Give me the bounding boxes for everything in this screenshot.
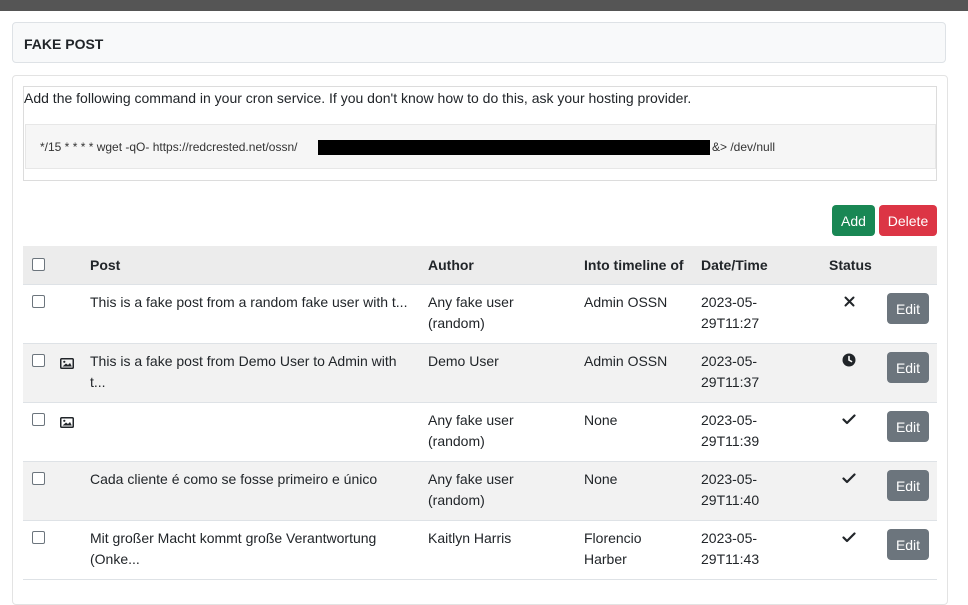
row-checkbox[interactable] (32, 295, 45, 308)
edit-button[interactable]: Edit (887, 411, 929, 442)
column-header-author: Author (428, 257, 474, 273)
edit-button[interactable]: Edit (887, 470, 929, 501)
column-header-datetime: Date/Time (701, 257, 768, 273)
column-header-status: Status (829, 257, 872, 273)
datetime-text: 2023-05- 29T11:43 (701, 528, 791, 570)
cron-command: */15 * * * * wget -qO- https://redcreste… (25, 124, 936, 169)
image-icon (60, 356, 74, 369)
row-checkbox[interactable] (32, 531, 45, 544)
datetime-text: 2023-05- 29T11:40 (701, 469, 791, 511)
redacted-block (318, 140, 710, 155)
date-part: 2023-05- (701, 294, 758, 310)
table-row: Any fake user (random) None 2023-05- 29T… (23, 403, 937, 462)
column-header-post: Post (90, 257, 121, 273)
timeline-text: None (584, 471, 618, 487)
time-part: 29T11:37 (701, 374, 760, 390)
author-text: Demo User (428, 353, 499, 369)
row-checkbox[interactable] (32, 472, 45, 485)
timeline-text: Admin OSSN (584, 294, 668, 310)
delete-button[interactable]: Delete (879, 205, 937, 236)
author-text: Kaitlyn Harris (428, 530, 512, 546)
table-row: This is a fake post from a random fake u… (23, 285, 937, 344)
clock-icon (842, 353, 856, 367)
row-checkbox[interactable] (32, 413, 45, 426)
post-text: This is a fake post from a random fake u… (90, 294, 408, 310)
image-icon (60, 415, 74, 428)
column-header-timeline: Into timeline of (584, 257, 684, 273)
page-title: FAKE POST (24, 36, 104, 52)
time-part: 29T11:27 (701, 315, 760, 331)
timeline-text: Admin OSSN (584, 353, 668, 369)
top-bar (0, 0, 968, 11)
table-row: This is a fake post from Demo User to Ad… (23, 344, 937, 403)
check-icon (842, 471, 856, 485)
timeline-text: None (584, 412, 618, 428)
post-text: Mit großer Macht kommt große Verantwortu… (90, 530, 377, 567)
date-part: 2023-05- (701, 353, 758, 369)
author-text: Any fake user (random) (428, 294, 514, 331)
times-icon (842, 294, 856, 308)
edit-button[interactable]: Edit (887, 529, 929, 560)
table-row: Cada cliente é como se fosse primeiro e … (23, 462, 937, 521)
cron-instruction: Add the following command in your cron s… (24, 90, 692, 106)
table-header: Post Author Into timeline of Date/Time S… (23, 246, 937, 285)
time-part: 29T11:40 (701, 492, 760, 508)
datetime-text: 2023-05- 29T11:39 (701, 410, 791, 452)
page-title-panel: FAKE POST (12, 22, 946, 63)
edit-button[interactable]: Edit (887, 352, 929, 383)
date-part: 2023-05- (701, 471, 758, 487)
add-button[interactable]: Add (832, 205, 875, 236)
time-part: 29T11:39 (701, 433, 760, 449)
check-icon (842, 530, 856, 544)
time-part: 29T11:43 (701, 551, 760, 567)
timeline-text: Florencio Harber (584, 530, 642, 567)
author-text: Any fake user (random) (428, 471, 514, 508)
datetime-text: 2023-05- 29T11:27 (701, 292, 791, 334)
cron-command-suffix: &> /dev/null (712, 140, 776, 154)
cron-command-prefix: */15 * * * * wget -qO- https://redcreste… (40, 140, 298, 154)
post-text: This is a fake post from Demo User to Ad… (90, 353, 397, 390)
date-part: 2023-05- (701, 530, 758, 546)
select-all-checkbox[interactable] (32, 258, 45, 271)
check-icon (842, 412, 856, 426)
author-text: Any fake user (random) (428, 412, 514, 449)
post-text: Cada cliente é como se fosse primeiro e … (90, 471, 378, 487)
edit-button[interactable]: Edit (887, 293, 929, 324)
table-row: Mit großer Macht kommt große Verantwortu… (23, 521, 937, 580)
datetime-text: 2023-05- 29T11:37 (701, 351, 791, 393)
row-checkbox[interactable] (32, 354, 45, 367)
date-part: 2023-05- (701, 412, 758, 428)
